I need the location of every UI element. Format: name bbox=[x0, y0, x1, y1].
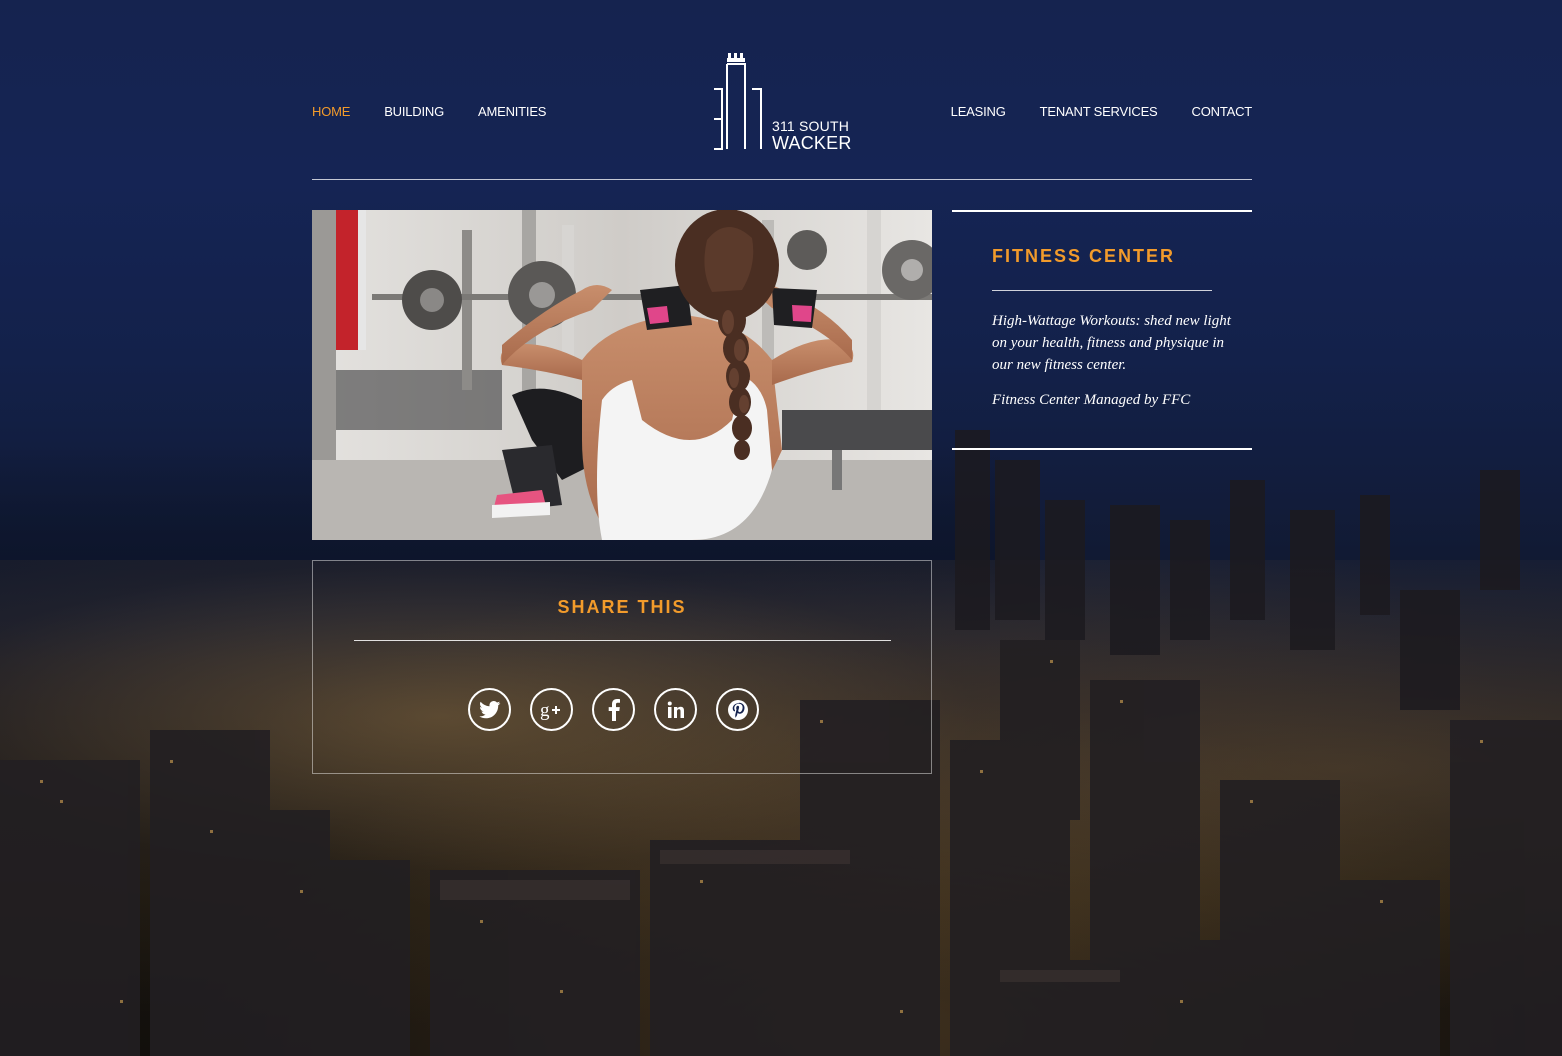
nav-contact[interactable]: CONTACT bbox=[1192, 104, 1253, 119]
building-logo-mark bbox=[714, 53, 762, 150]
facebook-share-button[interactable] bbox=[592, 688, 635, 731]
share-icons: g bbox=[468, 688, 759, 731]
twitter-share-button[interactable] bbox=[468, 688, 511, 731]
linkedin-share-button[interactable] bbox=[654, 688, 697, 731]
panel-title-underline bbox=[992, 290, 1212, 291]
site-logo[interactable]: 311 SOUTH WACKER bbox=[712, 52, 857, 156]
share-title: SHARE THIS bbox=[557, 597, 687, 617]
twitter-icon bbox=[478, 700, 500, 718]
nav-building[interactable]: BUILDING bbox=[384, 104, 444, 119]
linkedin-icon bbox=[667, 701, 684, 718]
primary-nav-left: HOME BUILDING AMENITIES bbox=[312, 104, 546, 119]
share-title-underline bbox=[354, 640, 891, 641]
nav-leasing[interactable]: LEASING bbox=[951, 104, 1006, 119]
nav-tenant-services[interactable]: TENANT SERVICES bbox=[1040, 104, 1158, 119]
nav-amenities[interactable]: AMENITIES bbox=[478, 104, 546, 119]
header-divider bbox=[312, 179, 1252, 180]
fitness-center-photo bbox=[312, 210, 932, 540]
primary-nav-right: LEASING TENANT SERVICES CONTACT bbox=[951, 104, 1253, 119]
logo-text-line2: WACKER bbox=[772, 133, 852, 153]
panel-description: High-Wattage Workouts: shed new light on… bbox=[992, 313, 1231, 373]
google-plus-icon: g bbox=[540, 700, 560, 721]
svg-text:g: g bbox=[540, 700, 550, 721]
pinterest-icon bbox=[727, 699, 748, 720]
pinterest-share-button[interactable] bbox=[716, 688, 759, 731]
panel-top-rule bbox=[952, 210, 1252, 212]
panel-title: FITNESS CENTER bbox=[992, 246, 1176, 266]
share-box: SHARE THIS g bbox=[312, 560, 932, 774]
google-plus-share-button[interactable]: g bbox=[530, 688, 573, 731]
panel-bottom-rule bbox=[952, 448, 1252, 450]
logo-text-line1: 311 SOUTH bbox=[772, 118, 850, 134]
facebook-icon bbox=[608, 698, 620, 721]
nav-home[interactable]: HOME bbox=[312, 104, 350, 119]
panel-managed-by: Fitness Center Managed by FFC bbox=[992, 392, 1191, 408]
